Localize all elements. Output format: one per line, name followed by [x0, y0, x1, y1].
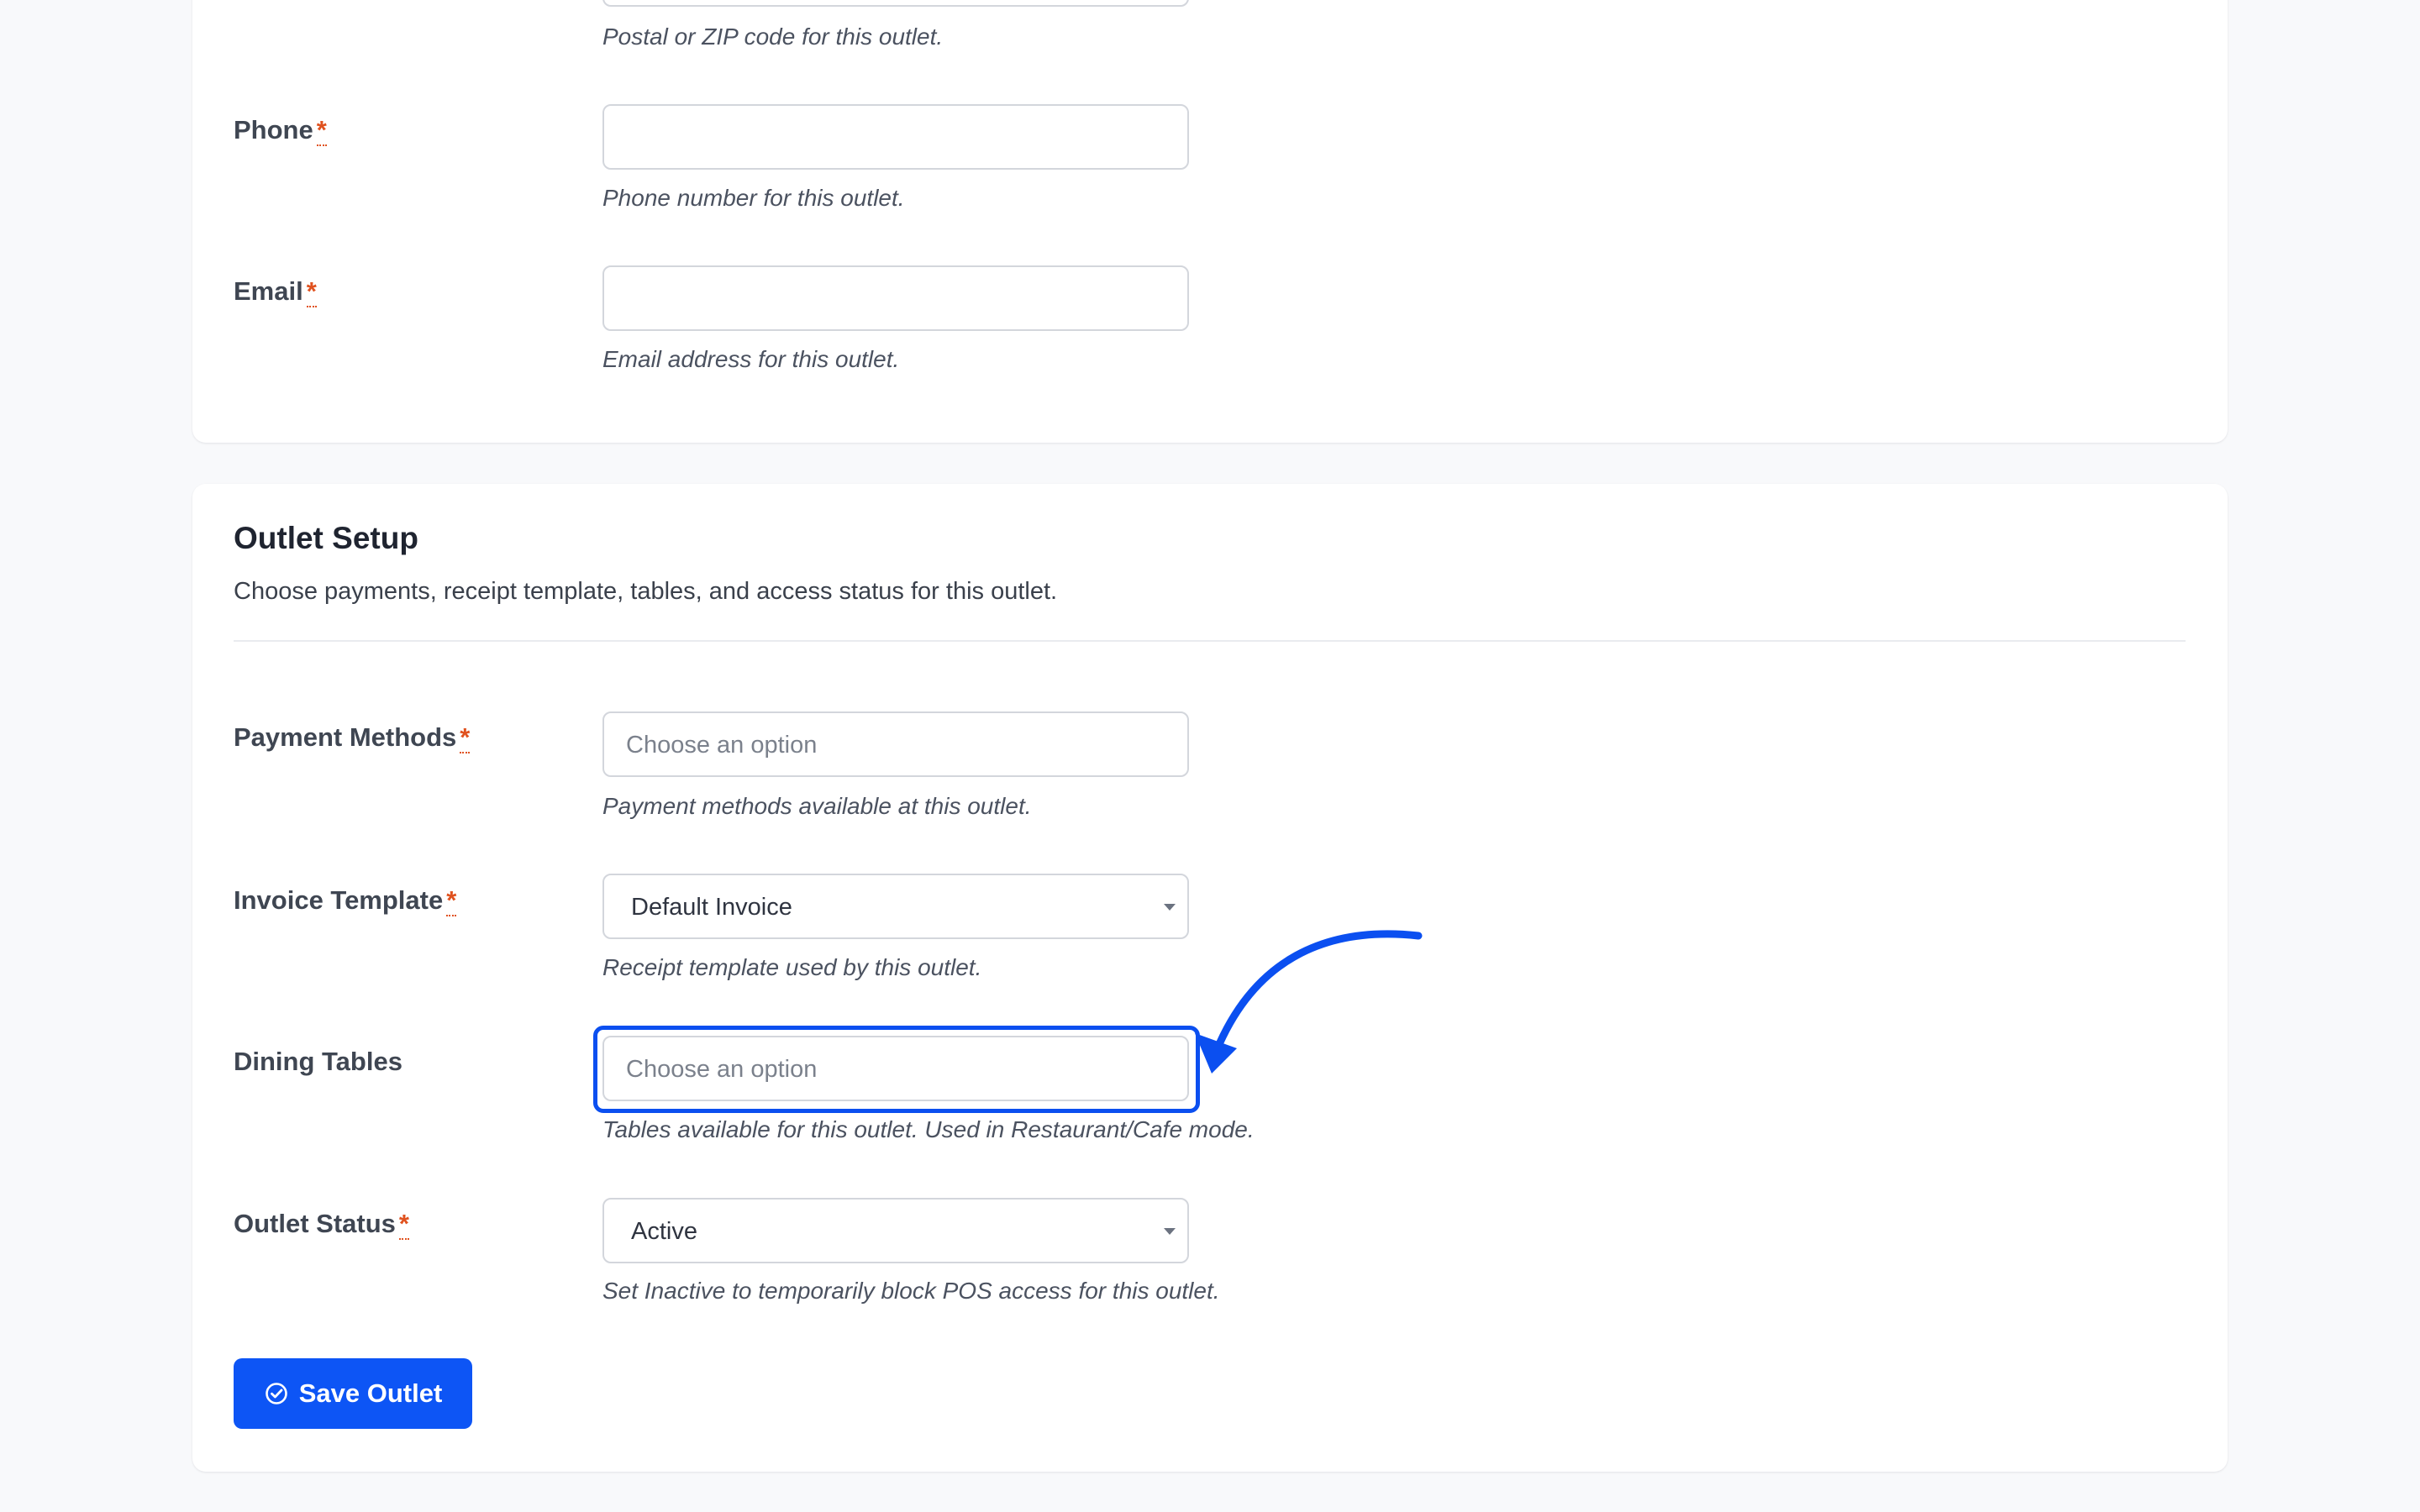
- outlet-status-label: Outlet Status *: [234, 1209, 409, 1240]
- outlet-status-select[interactable]: Active: [602, 1198, 1189, 1263]
- required-marker: *: [460, 722, 471, 753]
- email-input[interactable]: [602, 265, 1189, 331]
- invoice-template-help: Receipt template used by this outlet.: [602, 954, 982, 980]
- outlet-status-value: Active: [631, 1218, 697, 1245]
- postal-code-input[interactable]: [602, 0, 1189, 7]
- invoice-template-label: Invoice Template *: [234, 885, 457, 916]
- chevron-down-icon: [1164, 1228, 1176, 1235]
- payment-methods-label: Payment Methods *: [234, 722, 471, 753]
- check-circle-icon: [265, 1383, 287, 1404]
- payment-methods-select[interactable]: Choose an option: [602, 711, 1189, 777]
- chevron-down-icon: [1164, 904, 1176, 911]
- email-label-text: Email: [234, 276, 303, 306]
- required-marker: *: [316, 115, 327, 146]
- section-title: Outlet Setup: [234, 521, 418, 555]
- section-divider: [234, 640, 2186, 642]
- phone-help: Phone number for this outlet.: [602, 185, 905, 211]
- save-outlet-button[interactable]: Save Outlet: [234, 1358, 472, 1429]
- dining-tables-help: Tables available for this outlet. Used i…: [602, 1116, 1255, 1142]
- required-marker: *: [446, 885, 457, 916]
- dining-tables-label-text: Dining Tables: [234, 1047, 402, 1076]
- section-description: Choose payments, receipt template, table…: [234, 578, 1058, 605]
- invoice-template-select[interactable]: Default Invoice: [602, 874, 1189, 939]
- required-marker: *: [398, 1209, 409, 1240]
- invoice-template-label-text: Invoice Template: [234, 885, 444, 915]
- dining-tables-highlight: [593, 1026, 1200, 1113]
- required-marker: *: [306, 276, 317, 307]
- contact-card: [192, 0, 2228, 443]
- dining-tables-label: Dining Tables: [234, 1047, 402, 1077]
- outlet-status-help: Set Inactive to temporarily block POS ac…: [602, 1278, 1220, 1304]
- outlet-status-label-text: Outlet Status: [234, 1209, 396, 1238]
- save-outlet-label: Save Outlet: [298, 1378, 443, 1408]
- invoice-template-value: Default Invoice: [631, 894, 792, 921]
- payment-methods-label-text: Payment Methods: [234, 722, 457, 752]
- postal-code-help: Postal or ZIP code for this outlet.: [602, 24, 944, 50]
- phone-input[interactable]: [602, 104, 1189, 170]
- phone-label-text: Phone: [234, 115, 313, 144]
- phone-label: Phone *: [234, 115, 327, 146]
- email-label: Email *: [234, 276, 317, 307]
- email-help: Email address for this outlet.: [602, 346, 900, 372]
- curved-arrow-icon: [1195, 930, 1423, 1074]
- payment-methods-placeholder: Choose an option: [626, 732, 818, 759]
- payment-methods-help: Payment methods available at this outlet…: [602, 793, 1032, 819]
